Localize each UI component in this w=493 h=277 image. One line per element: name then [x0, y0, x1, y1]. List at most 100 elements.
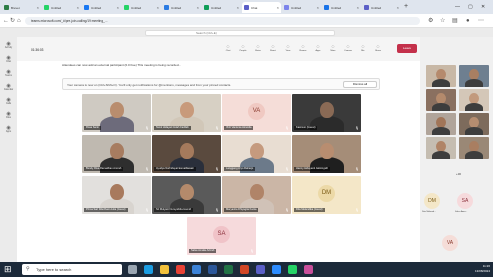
browser-tab[interactable]: Untitled × — [122, 2, 161, 13]
browser-menu-icon[interactable]: ⋯ — [478, 17, 484, 25]
tab-close-icon[interactable]: × — [117, 5, 119, 10]
leave-button[interactable]: Leave — [397, 44, 417, 53]
browser-tab[interactable]: Untitled × — [162, 2, 201, 13]
store-icon[interactable] — [192, 265, 201, 274]
file-explorer-icon[interactable] — [160, 265, 169, 274]
browser-tab[interactable]: Untitled × — [282, 2, 321, 13]
browser-tab[interactable]: Chat × — [242, 2, 281, 13]
teams-search-input[interactable]: Search (Ctrl+E) — [145, 29, 335, 36]
profile-avatar[interactable]: ● — [466, 17, 470, 25]
right-panel-thumbnail[interactable] — [426, 65, 456, 87]
browser-address-bar: ← ↻ ⌂ teams.microsoft.com/_#/pre-join-ca… — [0, 14, 493, 28]
right-panel-thumbnail[interactable] — [459, 89, 489, 111]
tab-favicon-icon — [324, 5, 329, 10]
tab-close-icon[interactable]: × — [37, 5, 39, 10]
tab-close-icon[interactable]: × — [77, 5, 79, 10]
browser-tab[interactable]: Untitled × — [202, 2, 241, 13]
right-panel-thumbnail[interactable] — [426, 137, 456, 159]
rail-item-teams[interactable]: ◉ Teams — [2, 69, 15, 77]
right-panel-avatar[interactable]: SA — [457, 193, 473, 209]
favorites-icon[interactable]: ☆ — [440, 17, 445, 25]
photos-icon[interactable] — [304, 265, 313, 274]
meeting-apps-button[interactable]: ◌ Apps — [312, 44, 324, 52]
participant-tile[interactable]: Sri Mulyani Nursyahida Hamid 🎙 — [152, 176, 221, 214]
dismiss-all-button[interactable]: Dismiss all — [343, 81, 377, 88]
right-panel-thumbnail[interactable] — [459, 137, 489, 159]
new-tab-button[interactable]: + — [404, 2, 408, 12]
edge-icon[interactable] — [144, 265, 153, 274]
rail-item-calls[interactable]: ◉ Calls — [2, 97, 15, 105]
participant-tile[interactable]: Kasimon (Guest) 🎙 — [292, 94, 361, 132]
right-panel-thumbnail[interactable] — [426, 89, 456, 111]
participant-tile[interactable]: Rosa Santi 🎙 — [82, 94, 151, 132]
extensions-icon[interactable]: ⚙ — [428, 17, 433, 25]
system-clock[interactable]: 11:26 13/08/2024 — [460, 264, 490, 274]
more-participants-count[interactable]: +30 — [456, 172, 461, 176]
participant-tile[interactable]: Hanny Hidayanti Jatiningsih 🎙 — [292, 135, 361, 173]
meeting-share-button[interactable]: ◌ Share — [372, 44, 384, 52]
browser-tab[interactable]: Brevet × — [2, 2, 41, 13]
browser-tab[interactable]: Untitled × — [322, 2, 361, 13]
meeting-more-button[interactable]: ◌ More — [327, 44, 339, 52]
tab-close-icon[interactable]: × — [397, 5, 399, 10]
excel-icon[interactable] — [224, 265, 233, 274]
tab-title: Untitled — [331, 5, 342, 10]
rail-item-activity[interactable]: ◉ Activity — [2, 41, 15, 49]
rail-item-apps[interactable]: ◉ Apps — [2, 125, 15, 133]
browser-tab[interactable]: Untitled × — [42, 2, 81, 13]
meeting-react-button[interactable]: ◌ React — [267, 44, 279, 52]
zoom-icon[interactable] — [272, 265, 281, 274]
meeting-camera-button[interactable]: ◌ Camera — [342, 44, 354, 52]
participant-tile[interactable]: Langgeng Aryo Raharjo 🎙 — [222, 135, 291, 173]
right-panel-thumbnail[interactable] — [459, 65, 489, 87]
participant-tile[interactable]: Maryanita Dhiyagita Kanta 🎙 — [222, 176, 291, 214]
tab-close-icon[interactable]: × — [237, 5, 239, 10]
participant-tile[interactable]: VA Vivit Vanlenia Akreidia 🎙 — [222, 94, 291, 132]
task-view-icon[interactable] — [128, 265, 137, 274]
browser-tab[interactable]: Untitled × — [82, 2, 121, 13]
rail-item-chat[interactable]: ◉ Chat — [2, 55, 15, 63]
meeting-people-button[interactable]: ◌ People — [237, 44, 249, 52]
participant-tile[interactable]: Ayudya Nurhidayat Esmailliawati 🎙 — [152, 135, 221, 173]
rail-item-calendar[interactable]: ◉ Calendar — [2, 83, 15, 91]
meeting-button-label: View — [285, 50, 291, 52]
tab-favicon-icon — [364, 5, 369, 10]
meeting-raise-button[interactable]: ◌ Raise — [252, 44, 264, 52]
right-panel-avatar[interactable]: VA — [442, 235, 458, 251]
window-close-icon[interactable]: ✕ — [481, 2, 485, 12]
back-icon[interactable]: ← — [3, 17, 9, 25]
meeting-chat-button[interactable]: ◌ Chat — [222, 44, 234, 52]
tab-close-icon[interactable]: × — [357, 5, 359, 10]
right-panel-thumbnail[interactable] — [459, 113, 489, 135]
tab-close-icon[interactable]: × — [317, 5, 319, 10]
participant-tile[interactable]: Nurul Hidayati Indah Fadilah 🎙 — [152, 94, 221, 132]
teams-icon[interactable] — [256, 265, 265, 274]
minimize-icon[interactable]: — — [455, 2, 460, 12]
reload-icon[interactable]: ↻ — [10, 17, 15, 25]
chrome-icon[interactable] — [176, 265, 185, 274]
whatsapp-icon[interactable] — [288, 265, 297, 274]
tab-close-icon[interactable]: × — [157, 5, 159, 10]
right-panel-avatar[interactable]: DM — [424, 193, 440, 209]
maximize-icon[interactable]: ▢ — [468, 2, 473, 12]
rail-item-files[interactable]: ◉ Files — [2, 111, 15, 119]
participant-tile[interactable]: SA Salsa Amalia Azizah 🎙 — [187, 217, 256, 255]
participant-video-face — [109, 102, 124, 118]
participant-tile[interactable]: Prima Sari Wardhani Aulia (Guest) 🎙 — [82, 176, 151, 214]
tab-close-icon[interactable]: × — [197, 5, 199, 10]
participant-tile[interactable]: Bundy Risa Ramadhan Amzah 🎙 — [82, 135, 151, 173]
meeting-rooms-button[interactable]: ◌ Rooms — [297, 44, 309, 52]
meeting-view-button[interactable]: ◌ View — [282, 44, 294, 52]
powerpoint-icon[interactable] — [240, 265, 249, 274]
meeting-mic-button[interactable]: ◌ Mic — [357, 44, 369, 52]
url-field[interactable]: teams.microsoft.com/_#/pre-join-calling/… — [25, 17, 420, 25]
windows-start-icon[interactable]: ⊞ — [4, 264, 12, 275]
taskbar-search-input[interactable]: ⚲ Type here to search — [22, 264, 122, 275]
right-panel-thumbnail[interactable] — [426, 113, 456, 135]
word-icon[interactable] — [208, 265, 217, 274]
collections-icon[interactable]: ▤ — [452, 17, 458, 25]
tab-close-icon[interactable]: × — [277, 5, 279, 10]
home-icon[interactable]: ⌂ — [17, 17, 21, 25]
browser-tab[interactable]: Untitled × — [362, 2, 401, 13]
participant-tile[interactable]: DM Dita Melandika (Guest) 🎙 — [292, 176, 361, 214]
